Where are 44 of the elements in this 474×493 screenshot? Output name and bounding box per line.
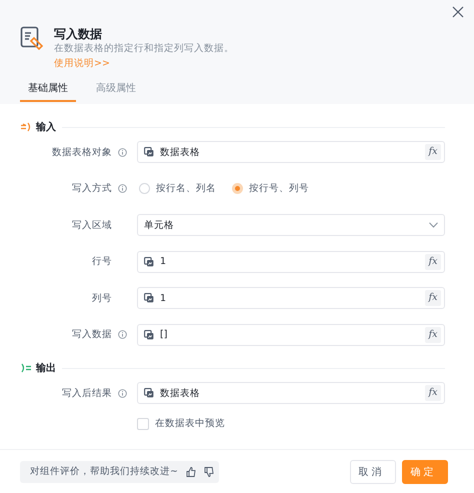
field-label: 写入区域 bbox=[71, 218, 112, 232]
feedback-prompt: 对组件评价，帮助我们持续改进~ bbox=[30, 465, 178, 478]
field-label: 写入后结果 bbox=[61, 386, 112, 400]
field-label: 数据表格对象 bbox=[51, 146, 112, 159]
radio-option[interactable]: 按行名、列名 bbox=[137, 182, 216, 196]
chevron-down-icon bbox=[429, 222, 438, 228]
output-icon bbox=[20, 363, 32, 373]
variable-field[interactable]: 数据表格 fx bbox=[137, 141, 445, 164]
thumbs-up-icon[interactable] bbox=[186, 466, 196, 476]
radio-option[interactable]: 按行号、列号 bbox=[230, 182, 309, 196]
close-icon[interactable] bbox=[452, 6, 464, 18]
document-pencil-icon bbox=[20, 26, 44, 50]
variable-icon bbox=[144, 388, 154, 398]
info-icon[interactable] bbox=[118, 184, 127, 194]
info-icon[interactable] bbox=[118, 388, 127, 398]
preview-checkbox[interactable]: 在数据表中预览 bbox=[137, 417, 445, 430]
variable-field[interactable]: 数据表格 fx bbox=[137, 382, 445, 404]
variable-icon bbox=[144, 330, 154, 340]
field-label: 写入方式 bbox=[71, 182, 112, 196]
field-label: 列号 bbox=[91, 292, 112, 305]
section-title: 输入 bbox=[36, 120, 56, 134]
variable-icon bbox=[144, 256, 154, 267]
formula-button[interactable]: fx bbox=[425, 144, 441, 160]
variable-field[interactable]: [] fx bbox=[137, 324, 445, 346]
field-label: 写入数据 bbox=[71, 328, 112, 342]
info-icon[interactable] bbox=[118, 330, 127, 340]
variable-field[interactable]: 1 fx bbox=[137, 287, 445, 310]
field-label: 行号 bbox=[91, 255, 112, 268]
variable-field[interactable]: 1 fx bbox=[137, 250, 445, 273]
section-title: 输出 bbox=[36, 362, 56, 375]
input-icon bbox=[20, 122, 32, 132]
formula-button[interactable]: fx bbox=[425, 326, 441, 343]
dialog-description: 在数据表格的指定行和指定列写入数据。 bbox=[54, 42, 234, 56]
dialog-title: 写入数据 bbox=[54, 26, 103, 42]
formula-button[interactable]: fx bbox=[425, 254, 441, 270]
select-field[interactable]: 单元格 bbox=[137, 214, 445, 236]
variable-icon bbox=[144, 293, 154, 304]
tab[interactable]: 基础属性 bbox=[20, 78, 76, 102]
formula-button[interactable]: fx bbox=[425, 385, 441, 402]
info-icon[interactable] bbox=[118, 148, 127, 157]
variable-icon bbox=[144, 147, 154, 158]
cancel-button[interactable]: 取消 bbox=[350, 460, 396, 484]
formula-button[interactable]: fx bbox=[425, 290, 441, 306]
thumbs-down-icon[interactable] bbox=[204, 466, 214, 476]
